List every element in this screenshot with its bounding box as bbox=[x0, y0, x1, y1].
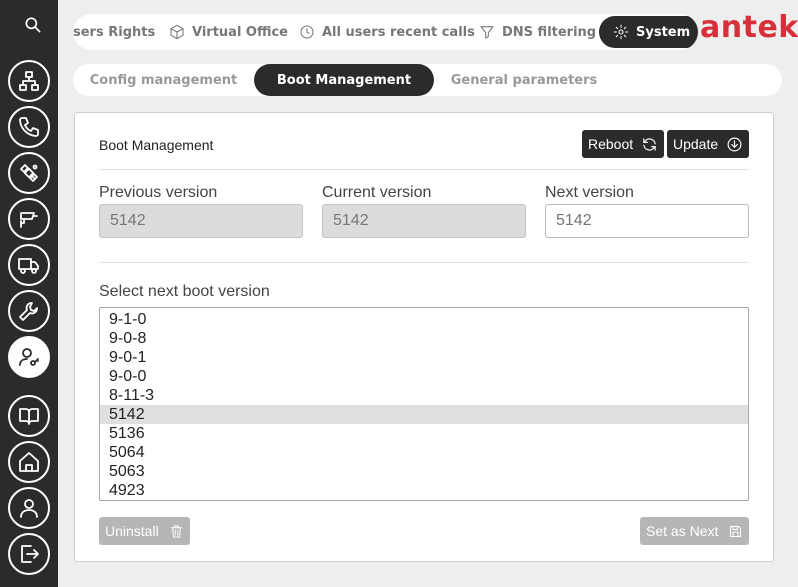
user-key-icon bbox=[19, 348, 39, 366]
update-label: Update bbox=[673, 136, 719, 152]
list-item[interactable]: 8-11-3 bbox=[100, 386, 748, 405]
phone-icon bbox=[19, 117, 39, 137]
tab-label: All users recent calls bbox=[322, 24, 475, 40]
list-item[interactable]: 5063 bbox=[100, 462, 748, 481]
sidebar-item-satellite[interactable] bbox=[8, 152, 50, 194]
cctv-icon bbox=[20, 212, 38, 228]
home-icon bbox=[19, 452, 39, 472]
refresh-icon bbox=[643, 137, 656, 151]
sub-tabs: Config management Boot Management Genera… bbox=[73, 64, 782, 96]
subtab-label: Config management bbox=[89, 72, 238, 88]
sidebar bbox=[0, 0, 58, 587]
list-item[interactable]: 9-0-0 bbox=[100, 367, 748, 386]
sidebar-item-logout[interactable] bbox=[8, 533, 50, 575]
tab-all-users-recent-calls[interactable]: All users recent calls bbox=[299, 14, 475, 50]
gear-icon bbox=[613, 24, 629, 40]
tab-label: Virtual Office bbox=[192, 24, 288, 40]
current-version-label: Current version bbox=[322, 184, 432, 201]
tab-users-rights[interactable]: sers Rights bbox=[73, 14, 155, 50]
sidebar-item-phone[interactable] bbox=[8, 106, 50, 148]
next-version-input[interactable] bbox=[545, 204, 749, 238]
satellite-icon bbox=[20, 164, 38, 182]
list-item[interactable]: 9-0-8 bbox=[100, 329, 748, 348]
download-circle-icon bbox=[727, 137, 742, 151]
sidebar-item-profile[interactable] bbox=[8, 487, 50, 529]
cube-icon bbox=[170, 24, 184, 40]
clock-icon bbox=[300, 25, 314, 39]
network-icon bbox=[19, 71, 39, 91]
search-icon bbox=[25, 17, 41, 33]
panel-title: Boot Management bbox=[99, 137, 214, 153]
version-list[interactable]: 9-1-0 9-0-8 9-0-1 9-0-0 8-11-3 5142 5136… bbox=[99, 307, 749, 501]
update-button[interactable]: Update bbox=[667, 130, 750, 158]
next-version-label: Next version bbox=[545, 184, 634, 201]
filter-icon bbox=[480, 26, 494, 39]
tab-label: DNS filtering bbox=[502, 24, 597, 40]
list-item-selected[interactable]: 5142 bbox=[100, 405, 748, 424]
tab-label: System bbox=[636, 24, 691, 40]
top-tabs: sers Rights Virtual Office All users rec… bbox=[73, 14, 698, 50]
tab-system[interactable]: System bbox=[599, 16, 698, 48]
logout-icon bbox=[21, 545, 39, 563]
current-version-field bbox=[322, 204, 526, 238]
divider bbox=[99, 169, 749, 170]
brand-logo: antek bbox=[700, 10, 798, 45]
version-list-label: Select next boot version bbox=[99, 283, 270, 300]
sidebar-item-book[interactable] bbox=[8, 395, 50, 437]
subtab-general-parameters[interactable]: General parameters bbox=[434, 64, 614, 96]
reboot-button[interactable]: Reboot bbox=[582, 130, 665, 158]
sidebar-item-home[interactable] bbox=[8, 441, 50, 483]
uninstall-label: Uninstall bbox=[105, 523, 159, 539]
list-item[interactable]: 9-0-1 bbox=[100, 348, 748, 367]
list-item[interactable]: 5136 bbox=[100, 424, 748, 443]
subtab-config-management[interactable]: Config management bbox=[73, 64, 254, 96]
sidebar-item-network[interactable] bbox=[8, 60, 50, 102]
uninstall-button[interactable]: Uninstall bbox=[99, 517, 190, 545]
tab-label: sers Rights bbox=[73, 24, 156, 40]
list-item[interactable]: 4923 bbox=[100, 481, 748, 500]
list-item[interactable]: 9-1-0 bbox=[100, 310, 748, 329]
user-icon bbox=[20, 499, 38, 518]
set-as-next-button[interactable]: Set as Next bbox=[640, 517, 750, 545]
boot-management-panel: Boot Management Reboot Update Previous v… bbox=[74, 112, 774, 562]
wrench-icon bbox=[19, 302, 38, 321]
previous-version-label: Previous version bbox=[99, 184, 218, 201]
subtab-label: General parameters bbox=[450, 72, 598, 88]
save-icon bbox=[730, 525, 742, 537]
subtab-label: Boot Management bbox=[276, 72, 412, 88]
reboot-label: Reboot bbox=[588, 136, 634, 152]
sidebar-item-truck[interactable] bbox=[8, 244, 50, 286]
trash-icon bbox=[170, 524, 182, 538]
sidebar-item-cctv[interactable] bbox=[8, 198, 50, 240]
tab-dns-filtering[interactable]: DNS filtering bbox=[479, 14, 596, 50]
tab-virtual-office[interactable]: Virtual Office bbox=[169, 14, 288, 50]
sidebar-item-tools[interactable] bbox=[8, 290, 50, 332]
previous-version-field bbox=[99, 204, 303, 238]
book-icon bbox=[19, 408, 39, 425]
divider bbox=[99, 262, 749, 263]
search-button[interactable] bbox=[10, 2, 56, 48]
sidebar-item-user-rights[interactable] bbox=[8, 336, 50, 378]
list-item[interactable]: 5064 bbox=[100, 443, 748, 462]
subtab-boot-management[interactable]: Boot Management bbox=[254, 64, 434, 96]
truck-icon bbox=[18, 258, 39, 274]
set-as-next-label: Set as Next bbox=[646, 523, 719, 539]
